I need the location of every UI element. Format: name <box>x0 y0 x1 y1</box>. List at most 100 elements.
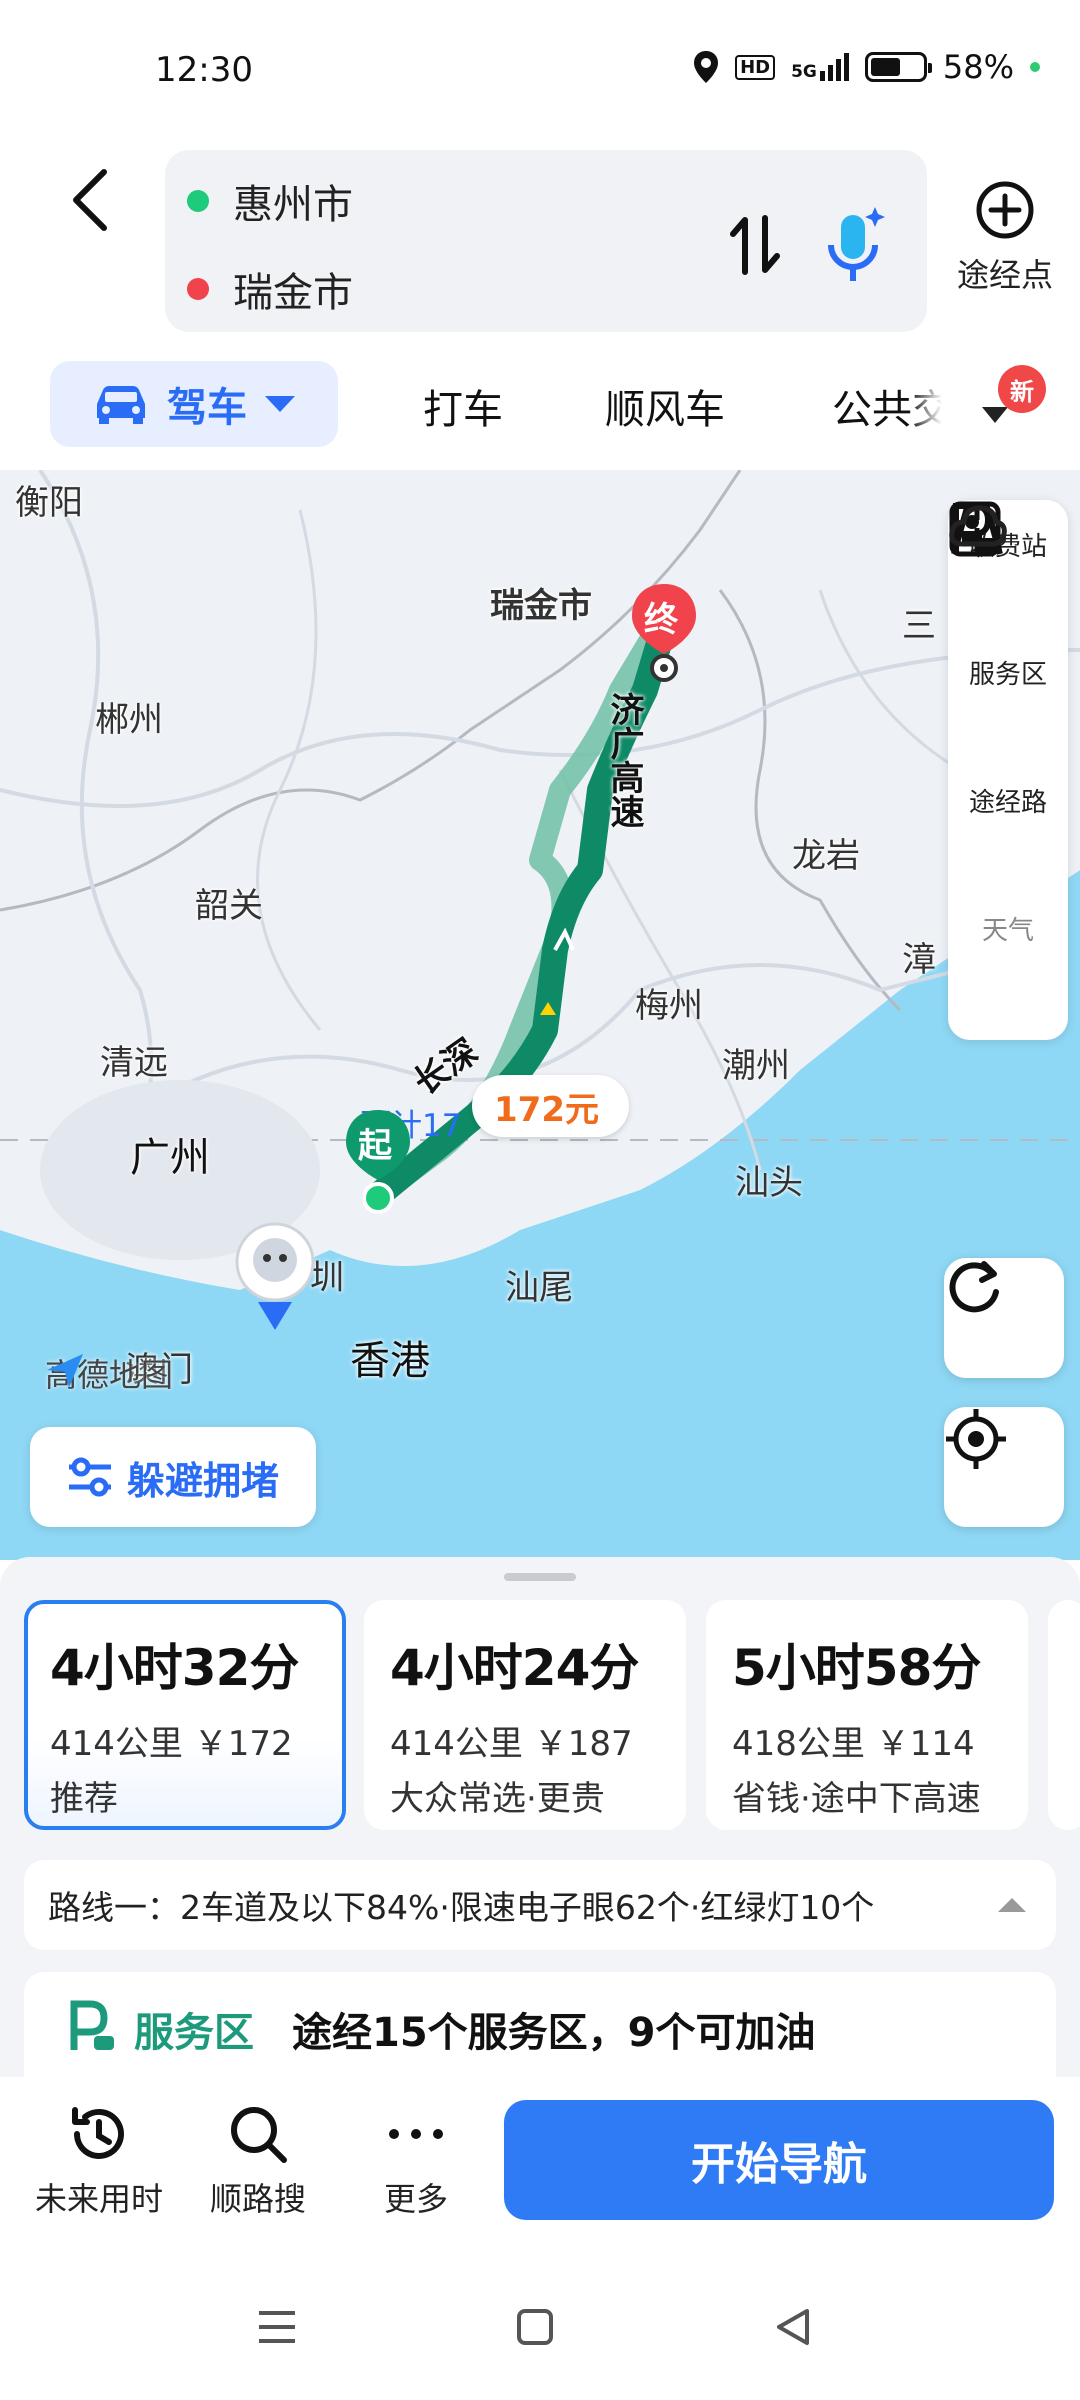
signal-icon: 5G <box>791 53 849 81</box>
origin-dot-icon <box>187 190 209 212</box>
caret-down-icon <box>982 407 1008 423</box>
more-dots-icon <box>389 2129 443 2139</box>
avoid-congestion-button[interactable]: 躲避拥堵 <box>30 1427 316 1527</box>
route-card-1[interactable]: 4小时32分 414公里 ￥172 推荐 <box>24 1600 346 1830</box>
chevron-down-icon <box>265 396 295 412</box>
map-label-sanming: 三 <box>902 606 936 646</box>
battery-percent: 58% <box>942 48 1014 86</box>
weather-toggle[interactable]: 天气 <box>949 505 1034 1032</box>
voice-input-button[interactable] <box>815 195 895 295</box>
status-time: 12:30 <box>155 50 253 90</box>
map-label-guangzhou: 广州 <box>130 1135 210 1181</box>
route-1-tag: 推荐 <box>50 1779 118 1819</box>
start-navigation-button[interactable]: 开始导航 <box>504 2100 1054 2220</box>
waypoint-label: 途经点 <box>956 256 1053 294</box>
route-card-peek[interactable] <box>1048 1600 1080 1830</box>
new-badge: 新 <box>998 365 1046 413</box>
locate-me-button[interactable] <box>944 1407 1064 1527</box>
map-label-qingyuan: 清远 <box>100 1043 168 1083</box>
back-nav-button[interactable] <box>763 2297 823 2357</box>
refresh-route-button[interactable] <box>944 1258 1064 1378</box>
travel-mode-tabs: 驾车 打车 顺风车 公共交 新 <box>0 355 1080 455</box>
tab-taxi[interactable]: 打车 <box>423 377 503 435</box>
add-circle-icon <box>976 181 1034 239</box>
status-icons: HD 5G 58% <box>693 48 1040 86</box>
location-icon <box>694 51 719 83</box>
map-label-ruijin: 瑞金市 <box>490 586 592 626</box>
waypoint-road-toggle[interactable]: 途经路 <box>951 503 1047 904</box>
map-label-zhangzhou: 漳 <box>902 940 936 980</box>
route-2-time: 4小时24分 <box>390 1639 639 1697</box>
route-card-2[interactable]: 4小时24分 414公里 ￥187 大众常选·更贵 <box>364 1600 686 1830</box>
menu-icon <box>259 2311 295 2343</box>
tab-drive-label: 驾车 <box>167 385 247 431</box>
route-card-3[interactable]: 5小时58分 418公里 ￥114 省钱·途中下高速 <box>706 1600 1028 1830</box>
tab-transit[interactable]: 公共交 <box>832 377 942 435</box>
route-2-meta: 414公里 ￥187 <box>390 1724 633 1764</box>
service-area-text: 途经15个服务区，9个可加油 <box>292 2010 816 2056</box>
end-marker-label: 终 <box>644 600 678 640</box>
start-marker-label: 起 <box>358 1126 392 1166</box>
avatar-icon <box>235 1222 315 1330</box>
future-time-button[interactable]: 未来用时 <box>35 2102 163 2220</box>
user-location-avatar[interactable] <box>230 1220 320 1330</box>
toll-price: 172元 <box>494 1089 599 1130</box>
route-3-time: 5小时58分 <box>732 1639 981 1697</box>
menu-nav-button[interactable] <box>247 2297 307 2357</box>
route-input-box: 惠州市 瑞金市 <box>165 150 927 332</box>
battery-icon <box>864 52 932 82</box>
map-label-xianggang: 香港 <box>350 1338 430 1384</box>
map-label-meizhou: 梅州 <box>635 986 703 1026</box>
back-triangle-icon <box>777 2309 809 2345</box>
map-label-shantou: 汕头 <box>735 1163 803 1203</box>
home-nav-button[interactable] <box>505 2297 565 2357</box>
destination-field[interactable]: 瑞金市 <box>187 260 353 318</box>
destination-text: 瑞金市 <box>233 270 353 316</box>
home-square-icon <box>517 2309 553 2345</box>
filter-sliders-icon <box>68 1457 111 1497</box>
search-icon <box>231 2107 287 2163</box>
service-area-label: 服务区 <box>968 660 1047 690</box>
system-navigation-bar <box>0 2247 1080 2400</box>
more-modes-button[interactable]: 新 <box>980 365 1050 445</box>
map-label-chenzhou: 郴州 <box>95 700 163 740</box>
route-1-meta: 414公里 ￥172 <box>50 1724 293 1764</box>
bottom-action-bar: 未来用时 顺路搜 更多 开始导航 <box>0 2077 1080 2247</box>
service-area-toggle[interactable]: 服务区 <box>953 503 1047 776</box>
hd-icon: HD <box>735 54 776 80</box>
start-marker[interactable]: 起 <box>342 1108 414 1218</box>
back-button[interactable] <box>60 160 120 240</box>
amap-logo-icon <box>47 1354 83 1388</box>
microphone-icon <box>828 207 885 281</box>
route-1-time: 4小时32分 <box>50 1639 299 1697</box>
origin-text: 惠州市 <box>233 182 353 228</box>
cloud-icon <box>949 505 1007 547</box>
end-marker[interactable]: 终 <box>628 582 700 682</box>
map-label-longyan: 龙岩 <box>792 836 860 876</box>
locate-icon <box>946 1409 1006 1469</box>
map-label-shanwei: 汕尾 <box>505 1268 573 1308</box>
service-area-title: 服务区 <box>134 2010 254 2056</box>
along-search-button[interactable]: 顺路搜 <box>210 2102 306 2220</box>
add-waypoint-button[interactable]: 途经点 <box>945 180 1065 310</box>
destination-dot-icon <box>187 278 209 300</box>
tab-drive[interactable]: 驾车 <box>50 361 338 447</box>
route-detail-row[interactable]: 路线一：2车道及以下84%·限速电子眼62个·红绿灯10个 <box>24 1860 1056 1950</box>
more-button[interactable]: 更多 <box>384 2102 448 2220</box>
expand-up-icon <box>998 1898 1026 1912</box>
tab-carpool[interactable]: 顺风车 <box>605 377 725 435</box>
service-area-row[interactable]: 服务区 途经15个服务区，9个可加油 <box>24 1972 1056 2092</box>
network-type: 5G <box>791 62 817 82</box>
along-search-label: 顺路搜 <box>210 2180 307 2218</box>
waypoint-road-label: 途经路 <box>968 788 1047 818</box>
map-view[interactable]: 衡阳 郴州 韶关 清远 广州 圳 澳门 香港 汕尾 汕头 潮州 梅州 龙岩 漳 … <box>0 470 1080 1560</box>
origin-field[interactable]: 惠州市 <box>187 172 353 230</box>
swap-route-button[interactable] <box>720 205 790 285</box>
sheet-drag-handle[interactable] <box>504 1573 576 1581</box>
car-icon <box>97 386 145 424</box>
amap-watermark: 高德地图 <box>45 1350 173 1396</box>
toll-price-bubble[interactable]: 172元 <box>472 1075 629 1137</box>
status-bar: 12:30 HD 5G 58% <box>0 0 1080 140</box>
route-detail-text: 路线一：2车道及以下84%·限速电子眼62个·红绿灯10个 <box>48 1888 875 1927</box>
route-3-tag: 省钱·途中下高速 <box>732 1779 981 1819</box>
